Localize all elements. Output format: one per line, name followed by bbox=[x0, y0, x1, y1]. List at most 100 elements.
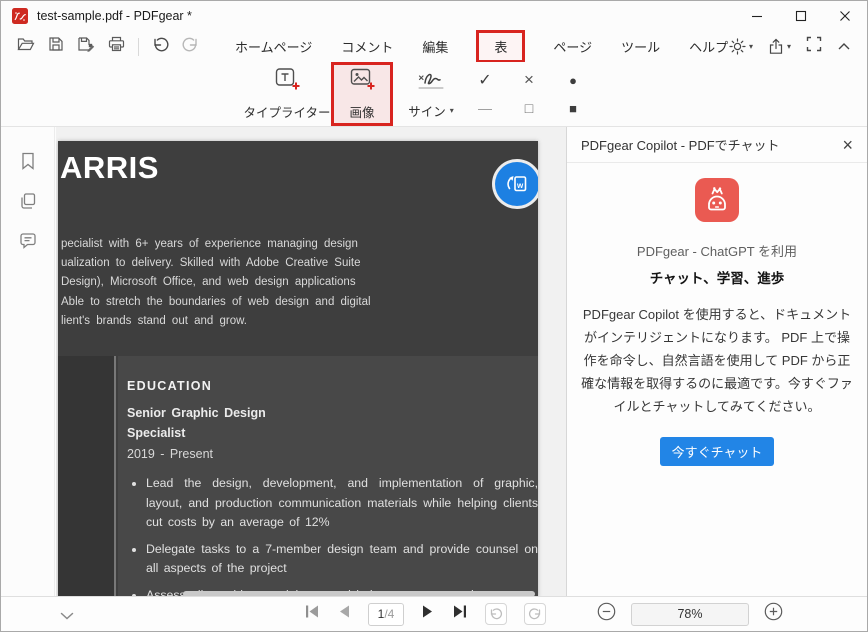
first-page-button[interactable] bbox=[304, 604, 320, 624]
menu-page[interactable]: ページ bbox=[552, 35, 593, 58]
fullscreen-icon[interactable] bbox=[806, 36, 822, 57]
job-bullet: Delegate tasks to a 7-member design team… bbox=[146, 540, 538, 579]
menu-comment[interactable]: コメント bbox=[340, 35, 394, 58]
form-shape-tools: ✓ × ● — □ ■ bbox=[463, 66, 603, 122]
collapse-ribbon-icon[interactable] bbox=[837, 38, 851, 56]
sign-label: サイン ▾ bbox=[408, 101, 454, 120]
main-menu: ホームページ コメント 編集 表 ページ ツール ヘルプ bbox=[234, 31, 729, 62]
page-navigation: 1 /4 bbox=[304, 597, 546, 631]
summary-line: ualization to delivery. Skilled with Ado… bbox=[61, 254, 371, 273]
document-view: ARRIS pecialist with 6+ years of experie… bbox=[56, 127, 568, 598]
window-title: test-sample.pdf - PDFgear * bbox=[37, 9, 192, 23]
job-bullet: Lead the design, development, and implem… bbox=[146, 474, 538, 533]
typewriter-icon bbox=[274, 67, 301, 97]
summary-line: Able to stretch the boundaries of web de… bbox=[61, 293, 371, 312]
resume-education-section: EDUCATION Senior Graphic Design Speciali… bbox=[118, 356, 538, 598]
minimize-button[interactable] bbox=[735, 1, 779, 31]
zoom-controls: 78% bbox=[597, 597, 783, 631]
cross-tool[interactable]: × bbox=[507, 66, 551, 94]
sign-label-text: サイン bbox=[408, 101, 446, 120]
redo-icon[interactable] bbox=[182, 37, 199, 57]
menu-table-highlighted[interactable]: 表 bbox=[476, 30, 525, 63]
checkmark-tool[interactable]: ✓ bbox=[463, 66, 507, 94]
job-bullet-list: Lead the design, development, and implem… bbox=[146, 474, 538, 598]
zoom-in-button[interactable] bbox=[764, 602, 783, 626]
summary-line: Design), Microsoft Office, and web desig… bbox=[61, 273, 371, 292]
image-tool-highlighted[interactable]: 画像 bbox=[331, 62, 393, 126]
bookmarks-icon[interactable] bbox=[18, 151, 38, 176]
window-controls bbox=[735, 1, 867, 31]
caret-down-icon: ▾ bbox=[749, 43, 753, 51]
open-file-icon[interactable] bbox=[17, 36, 35, 57]
resume-summary: pecialist with 6+ years of experience ma… bbox=[61, 235, 371, 331]
view-controls: ▾ ▾ bbox=[729, 31, 851, 62]
typewriter-label: タイプライター bbox=[243, 102, 330, 121]
resume-left-column bbox=[58, 356, 116, 598]
image-label: 画像 bbox=[349, 102, 374, 121]
summary-line: pecialist with 6+ years of experience ma… bbox=[61, 235, 371, 254]
copilot-panel-body: PDFgear - ChatGPT を利用 チャット、学習、進歩 PDFgear… bbox=[567, 163, 867, 466]
education-heading: EDUCATION bbox=[127, 379, 538, 393]
main-area: ARRIS pecialist with 6+ years of experie… bbox=[1, 127, 867, 598]
page-thumbnails-icon[interactable] bbox=[18, 191, 38, 216]
filled-circle-tool[interactable]: ● bbox=[551, 66, 595, 94]
quick-access-toolbar bbox=[17, 31, 199, 62]
total-pages: /4 bbox=[384, 607, 394, 621]
pdfgear-window: test-sample.pdf - PDFgear * bbox=[0, 0, 868, 632]
square-outline-tool[interactable]: □ bbox=[507, 94, 551, 122]
save-as-icon[interactable] bbox=[77, 36, 95, 57]
status-bar: 1 /4 78% bbox=[1, 596, 867, 631]
theme-button[interactable]: ▾ bbox=[729, 38, 753, 55]
caret-down-icon: ▾ bbox=[450, 107, 454, 115]
collapse-sidebar-icon[interactable] bbox=[59, 608, 75, 626]
page-number-input[interactable]: 1 /4 bbox=[368, 603, 404, 626]
job-title-line1: Senior Graphic Design bbox=[127, 406, 538, 420]
menu-edit[interactable]: 編集 bbox=[421, 35, 449, 58]
copilot-description: PDFgear Copilot を使用すると、ドキュメントがインテリジェントにな… bbox=[579, 303, 855, 418]
comments-icon[interactable] bbox=[18, 231, 38, 256]
next-page-button[interactable] bbox=[421, 604, 435, 624]
menu-help[interactable]: ヘルプ bbox=[688, 35, 729, 58]
dash-tool[interactable]: — bbox=[463, 94, 507, 122]
save-icon[interactable] bbox=[48, 36, 64, 57]
copilot-subtitle: PDFgear - ChatGPT を利用 bbox=[567, 241, 867, 260]
resume-name-fragment: ARRIS bbox=[60, 150, 159, 186]
caret-down-icon: ▾ bbox=[787, 43, 791, 51]
sign-tool[interactable]: サイン ▾ bbox=[399, 62, 463, 126]
last-page-button[interactable] bbox=[452, 604, 468, 624]
left-sidebar bbox=[1, 127, 55, 598]
close-button[interactable] bbox=[823, 1, 867, 31]
toolbar-separator bbox=[138, 38, 139, 56]
zoom-level-input[interactable]: 78% bbox=[631, 603, 749, 626]
menu-tools[interactable]: ツール bbox=[620, 35, 661, 58]
summary-line: lient's brands stand out and grow. bbox=[61, 312, 371, 331]
copilot-panel-title: PDFgear Copilot - PDFでチャット bbox=[581, 135, 780, 154]
undo-action-button[interactable] bbox=[485, 603, 507, 625]
previous-page-button[interactable] bbox=[337, 604, 351, 624]
ribbon-toolbar: タイプライター 画像 サイン ▾ bbox=[1, 62, 867, 127]
job-title-line2: Specialist bbox=[127, 426, 538, 440]
copilot-panel: PDFgear Copilot - PDFでチャット × bbox=[566, 127, 867, 598]
undo-icon[interactable] bbox=[152, 37, 169, 57]
typewriter-tool[interactable]: タイプライター bbox=[234, 62, 340, 126]
close-panel-icon[interactable]: × bbox=[842, 136, 853, 154]
redo-action-button[interactable] bbox=[524, 603, 546, 625]
zoom-out-button[interactable] bbox=[597, 602, 616, 626]
svg-text:w: w bbox=[516, 181, 524, 190]
insert-image-icon bbox=[349, 67, 376, 97]
share-button[interactable]: ▾ bbox=[768, 38, 791, 55]
title-bar: test-sample.pdf - PDFgear * bbox=[1, 1, 867, 31]
print-icon[interactable] bbox=[108, 36, 125, 57]
menu-home[interactable]: ホームページ bbox=[234, 35, 313, 58]
menu-bar: ホームページ コメント 編集 表 ページ ツール ヘルプ ▾ ▾ bbox=[1, 31, 867, 62]
job-dates: 2019 - Present bbox=[127, 447, 538, 461]
pdfgear-logo-icon bbox=[12, 8, 28, 24]
chat-now-button[interactable]: 今すぐチャット bbox=[660, 437, 774, 466]
signature-icon bbox=[415, 68, 447, 96]
convert-to-word-button[interactable]: w bbox=[495, 162, 538, 206]
copilot-tagline: チャット、学習、進歩 bbox=[567, 267, 867, 287]
filled-square-tool[interactable]: ■ bbox=[551, 94, 595, 122]
current-page: 1 bbox=[378, 607, 385, 621]
copilot-robot-icon bbox=[695, 178, 739, 227]
maximize-button[interactable] bbox=[779, 1, 823, 31]
